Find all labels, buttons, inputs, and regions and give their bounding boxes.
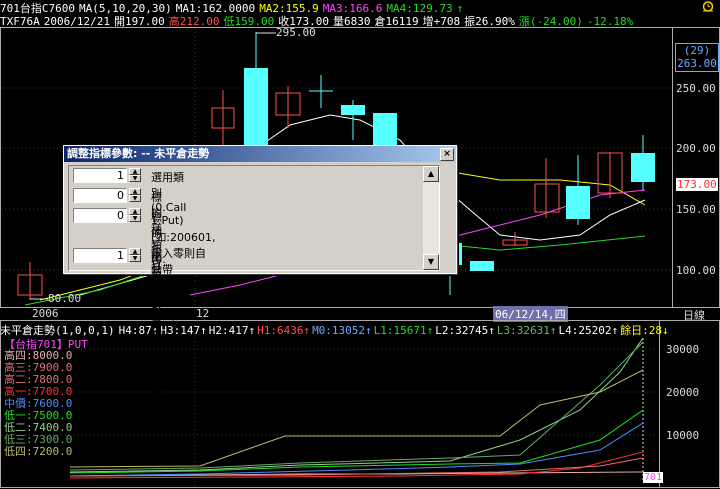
dialog-param-list: 1 ▲ ▼ 選用類別(0.Call 1.Put) 0 ▲ ▼ 標的種類(0.台指 1… — [68, 165, 440, 432]
oi-tick-30000: 30000 — [666, 343, 700, 356]
range-high: 263.00 — [677, 57, 717, 70]
spin-up-icon[interactable]: ▲ — [129, 248, 141, 255]
bar-count: (29) — [683, 44, 711, 57]
month-stepper[interactable]: ▲ ▼ — [129, 208, 141, 223]
category-input[interactable]: 1 — [73, 168, 127, 183]
current-price-box: (29) 263.00 — [675, 43, 719, 72]
spin-down-icon[interactable]: ▼ — [129, 195, 141, 202]
contract-end-label: 701 — [643, 472, 664, 483]
month-input[interactable]: 0 — [73, 208, 127, 223]
last-price-flag: 173.00 — [676, 178, 718, 191]
low-marker-label: 80.00 — [48, 292, 82, 305]
price-tick-150: 150.00 — [676, 203, 716, 216]
close-icon[interactable]: × — [440, 148, 454, 161]
high-marker-label: 295.00 — [276, 26, 316, 39]
dialog-title: 調整指標參數: -- 未平倉走勢 — [67, 147, 210, 160]
underlying-input[interactable]: 0 — [73, 188, 127, 203]
display-input[interactable]: 1 — [73, 248, 127, 263]
spin-down-icon[interactable]: ▼ — [129, 255, 141, 262]
price-tick-200: 200.00 — [676, 142, 716, 155]
display-label: 顯示(0.近五檔 1.近九檔) — [151, 251, 167, 402]
quote-bar: TXF76A 2006/12/21 開197.00 高212.00 低159.00 收17… — [0, 13, 637, 28]
display-stepper[interactable]: ▲ ▼ — [129, 248, 141, 263]
spin-down-icon[interactable]: ▼ — [129, 175, 141, 182]
spin-up-icon[interactable]: ▲ — [129, 168, 141, 175]
oi-chart[interactable] — [0, 320, 660, 488]
price-tick-250: 250.00 — [676, 82, 716, 95]
category-stepper[interactable]: ▲ ▼ — [129, 168, 141, 183]
spin-down-icon[interactable]: ▼ — [129, 215, 141, 222]
x-label-2006: 2006 — [32, 307, 59, 320]
alarm-clock-icon[interactable] — [701, 0, 715, 12]
scroll-down-icon[interactable]: ▼ — [423, 254, 439, 270]
underlying-stepper[interactable]: ▲ ▼ — [129, 188, 141, 203]
oi-tick-10000: 10000 — [666, 429, 700, 442]
dialog-title-bar[interactable]: 調整指標參數: -- 未平倉走勢 × — [64, 146, 456, 162]
vertical-scrollbar[interactable]: ▲ ▼ — [423, 166, 439, 270]
oi-tick-20000: 20000 — [666, 386, 700, 399]
header-bar: 701台指C7600 MA(5,10,20,30) MA1:162.0000 MA2:… — [0, 0, 720, 15]
scroll-up-icon[interactable]: ▲ — [423, 166, 439, 182]
indicator-params-dialog[interactable]: 調整指標參數: -- 未平倉走勢 × 1 ▲ ▼ 選用類別(0.Call 1.Pu… — [63, 145, 457, 432]
spin-up-icon[interactable]: ▲ — [129, 208, 141, 215]
spin-up-icon[interactable]: ▲ — [129, 188, 141, 195]
price-tick-100: 100.00 — [676, 264, 716, 277]
